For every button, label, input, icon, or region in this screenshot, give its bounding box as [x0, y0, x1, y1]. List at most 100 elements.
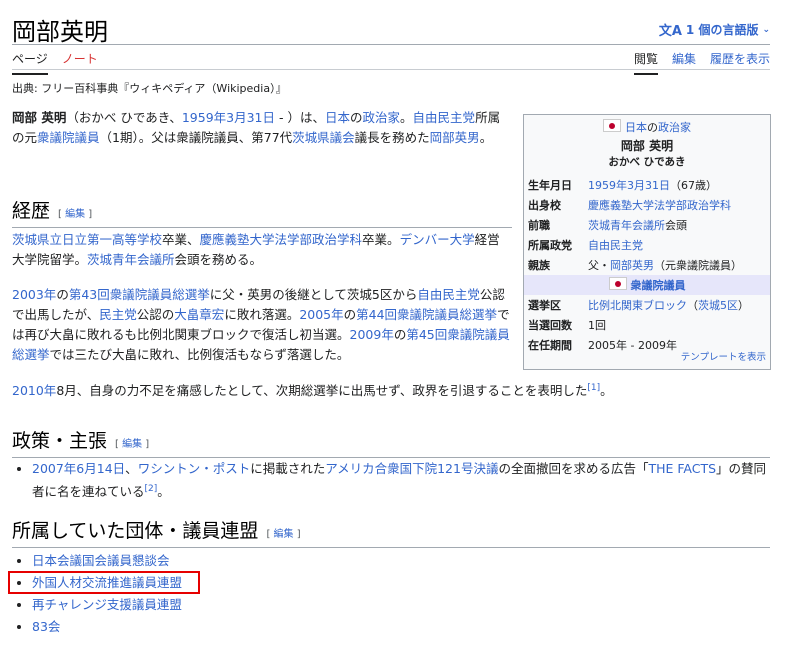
infobox-band: 衆議院議員 — [524, 275, 770, 295]
tab-history[interactable]: 履歴を表示 — [710, 50, 770, 75]
text: （元衆議院議員） — [654, 259, 742, 272]
link-washington-post[interactable]: ワシントン・ポスト — [138, 461, 251, 476]
link-43rd-election[interactable]: 第43回衆議院議員総選挙 — [69, 287, 210, 302]
show-template-link[interactable]: テンプレートを表示 — [681, 349, 766, 363]
link-dpj[interactable]: 民主党 — [99, 307, 137, 322]
row-label: 親族 — [528, 259, 550, 272]
ref-1[interactable]: [1] — [587, 383, 600, 393]
language-button[interactable]: 文A 1 個の言語版 ⌄ — [659, 20, 770, 39]
infobox-row: 前職 茨城青年会議所会頭 — [524, 215, 770, 235]
row-label: 在任期間 — [528, 339, 572, 352]
tab-read[interactable]: 閲覧 — [633, 50, 658, 75]
link-birthdate[interactable]: 1959年3月31日 — [182, 110, 275, 125]
link-japan[interactable]: 日本 — [325, 110, 350, 125]
infobox-row: 選挙区 比例北関東ブロック（茨城5区） — [524, 295, 770, 315]
text: の — [350, 110, 363, 125]
heading-text: 政策・主張 — [12, 430, 108, 452]
edit-policy-link[interactable]: 編集 — [122, 439, 142, 450]
infobox-kana: おかべ ひであき — [608, 156, 686, 168]
row-label: 選挙区 — [528, 299, 561, 312]
text: 会頭を務める。 — [174, 252, 263, 267]
link-keio[interactable]: 慶應義塾大学法学部政治学科 — [200, 232, 363, 247]
tab-talk[interactable]: ノート — [62, 50, 98, 75]
list-item: 2007年6月14日、ワシントン・ポストに掲載されたアメリカ合衆国下院121号決… — [32, 459, 772, 502]
text: （67歳） — [670, 179, 717, 192]
row-label: 生年月日 — [528, 179, 572, 192]
link-ibaraki-jc[interactable]: 茨城青年会議所 — [87, 252, 175, 267]
row-label: 前職 — [528, 219, 550, 232]
translate-icon: 文A — [658, 24, 682, 39]
title-divider — [12, 44, 770, 45]
text: 8月、自身の力不足を痛感したとして、次期総選挙に出馬せず、政界を引退することを表… — [56, 383, 588, 399]
edit-groups-link[interactable]: 編集 — [274, 529, 294, 540]
row-value: 1回 — [588, 319, 606, 332]
link-2010[interactable]: 2010年 — [12, 383, 56, 398]
link-2005[interactable]: 2005年 — [299, 307, 343, 322]
heading-text: 経歴 — [12, 200, 51, 222]
text: の全面撤回を求める広告「 — [498, 461, 649, 476]
link-ldp-2[interactable]: 自由民主党 — [417, 287, 480, 302]
text: 公認の — [136, 307, 175, 322]
subject-name: 岡部 英明 — [12, 110, 67, 125]
link-the-facts[interactable]: THE FACTS — [648, 461, 716, 476]
ref-2[interactable]: [2] — [145, 484, 158, 494]
link-ohata[interactable]: 大畠章宏 — [174, 307, 224, 322]
infobox-link-previous-job[interactable]: 茨城青年会議所 — [588, 219, 665, 232]
text: 卒業、 — [162, 232, 200, 247]
text: - ）は、 — [275, 110, 325, 125]
infobox-table: 生年月日 1959年3月31日（67歳） 出身校 慶應義塾大学法学部政治学科 前職茨… — [524, 175, 770, 355]
heading-text: 所属していた団体・議員連盟 — [12, 520, 259, 542]
infobox: 日本の政治家 岡部 英明 おかべ ひであき 生年月日 1959年3月31日（67歳… — [523, 114, 771, 370]
link-44th-election[interactable]: 第44回衆議院議員総選挙 — [356, 307, 497, 322]
text: 。 — [400, 110, 413, 125]
infobox-link-japan[interactable]: 日本 — [625, 121, 647, 134]
link-hitachi-hs[interactable]: 茨城県立日立第一高等学校 — [12, 232, 162, 247]
text: の — [343, 307, 357, 322]
link-ibaraki-assembly[interactable]: 茨城県議会 — [292, 130, 355, 145]
infobox-header: 日本の政治家 岡部 英明 おかべ ひであき — [524, 115, 770, 169]
link-representative[interactable]: 衆議院議員 — [37, 130, 100, 145]
link-83kai[interactable]: 83会 — [32, 619, 60, 634]
tab-edit[interactable]: 編集 — [672, 50, 696, 75]
japan-flag-icon — [603, 119, 621, 132]
row-label: 当選回数 — [528, 319, 572, 332]
text: 。 — [157, 484, 170, 500]
text: に敗れ落選。 — [224, 307, 300, 322]
section-policy-heading: 政策・主張[ 編集 ] — [12, 426, 770, 458]
intro-paragraph: 岡部 英明（おかべ ひであき、1959年3月31日 - ）は、日本の政治家。自由… — [12, 108, 512, 148]
infobox-link-politician[interactable]: 政治家 — [658, 121, 691, 134]
row-label: 出身校 — [528, 199, 561, 212]
text: 父・ — [588, 259, 610, 272]
infobox-name: 岡部 英明 — [620, 139, 674, 153]
tab-page[interactable]: ページ — [12, 50, 48, 75]
link-ldp[interactable]: 自由民主党 — [413, 110, 476, 125]
text: （1期）。父は衆議院議員、第77代 — [99, 130, 293, 145]
row-label: 所属政党 — [528, 239, 572, 252]
infobox-link-relative[interactable]: 岡部英男 — [610, 259, 654, 272]
text: ） — [738, 299, 749, 312]
infobox-row: 当選回数 1回 — [524, 315, 770, 335]
text: 会頭 — [665, 219, 687, 232]
infobox-link-district[interactable]: 茨城5区 — [698, 299, 738, 312]
link-2007-date[interactable]: 2007年6月14日 — [32, 461, 125, 476]
link-okabe-hideo[interactable]: 岡部英男 — [430, 130, 480, 145]
link-rechallenge-league[interactable]: 再チャレンジ支援議員連盟 — [32, 597, 182, 612]
infobox-link-party[interactable]: 自由民主党 — [588, 239, 643, 252]
link-resolution-121[interactable]: アメリカ合衆国下院121号決議 — [325, 461, 498, 476]
text: の — [647, 121, 658, 134]
link-2003[interactable]: 2003年 — [12, 287, 56, 302]
link-denver[interactable]: デンバー大学 — [400, 232, 475, 247]
link-nippon-kaigi[interactable]: 日本会議国会議員懇談会 — [32, 553, 170, 568]
text: 卒業。 — [362, 232, 400, 247]
japan-flag-icon — [608, 277, 627, 290]
infobox-link-block[interactable]: 比例北関東ブロック — [588, 299, 687, 312]
infobox-link-birthdate[interactable]: 1959年3月31日 — [588, 179, 670, 192]
link-politician[interactable]: 政治家 — [363, 110, 401, 125]
infobox-row: 生年月日 1959年3月31日（67歳） — [524, 175, 770, 195]
infobox-link-house[interactable]: 衆議院議員 — [631, 279, 686, 292]
infobox-link-school[interactable]: 慶應義塾大学法学部政治学科 — [588, 199, 731, 212]
edit-career-link[interactable]: 編集 — [65, 209, 85, 220]
section-groups-heading: 所属していた団体・議員連盟[ 編集 ] — [12, 516, 770, 548]
link-2009[interactable]: 2009年 — [350, 327, 394, 342]
highlight-box — [8, 571, 200, 594]
